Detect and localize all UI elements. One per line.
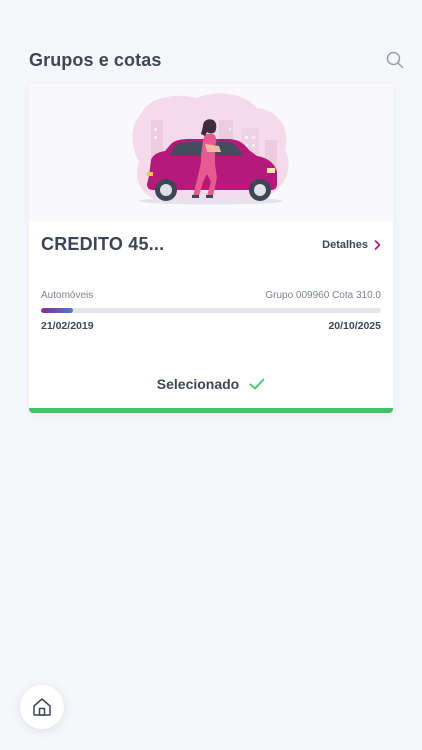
details-label: Detalhes: [322, 238, 368, 251]
chevron-right-icon: [374, 239, 381, 250]
selected-indicator-bar: [29, 408, 393, 413]
end-date: 20/10/2025: [328, 320, 381, 332]
home-button[interactable]: [20, 685, 64, 729]
details-link[interactable]: Detalhes: [322, 239, 381, 251]
checkmark-icon: [249, 378, 265, 390]
header: Grupos e cotas: [29, 46, 404, 74]
card-title-row: CREDITO 45... Detalhes: [41, 234, 381, 255]
meta-row: Automóveis Grupo 009960 Cota 310.0: [41, 290, 381, 301]
status-label: Selecionado: [156, 376, 240, 392]
start-date: 21/02/2019: [41, 320, 94, 332]
quota-card[interactable]: CREDITO 45... Detalhes Automóveis Grupo …: [29, 84, 393, 413]
selected-status: Selecionado: [29, 376, 393, 392]
quota-title: CREDITO 45...: [41, 234, 165, 254]
progress-bar: [41, 308, 381, 313]
category-label: Automóveis: [41, 290, 94, 301]
group-quota-label: Grupo 009960 Cota 310.0: [265, 290, 381, 301]
progress-fill: [41, 308, 74, 313]
car-illustration: [29, 84, 393, 221]
page-title: Grupos e cotas: [29, 49, 162, 70]
home-icon: [33, 698, 51, 716]
search-icon: [386, 51, 404, 69]
dates-row: 21/02/2019 20/10/2025: [41, 320, 381, 332]
search-button[interactable]: [384, 49, 406, 71]
screen: Grupos e cotas CREDITO 45... Detalhes Au…: [0, 0, 422, 750]
